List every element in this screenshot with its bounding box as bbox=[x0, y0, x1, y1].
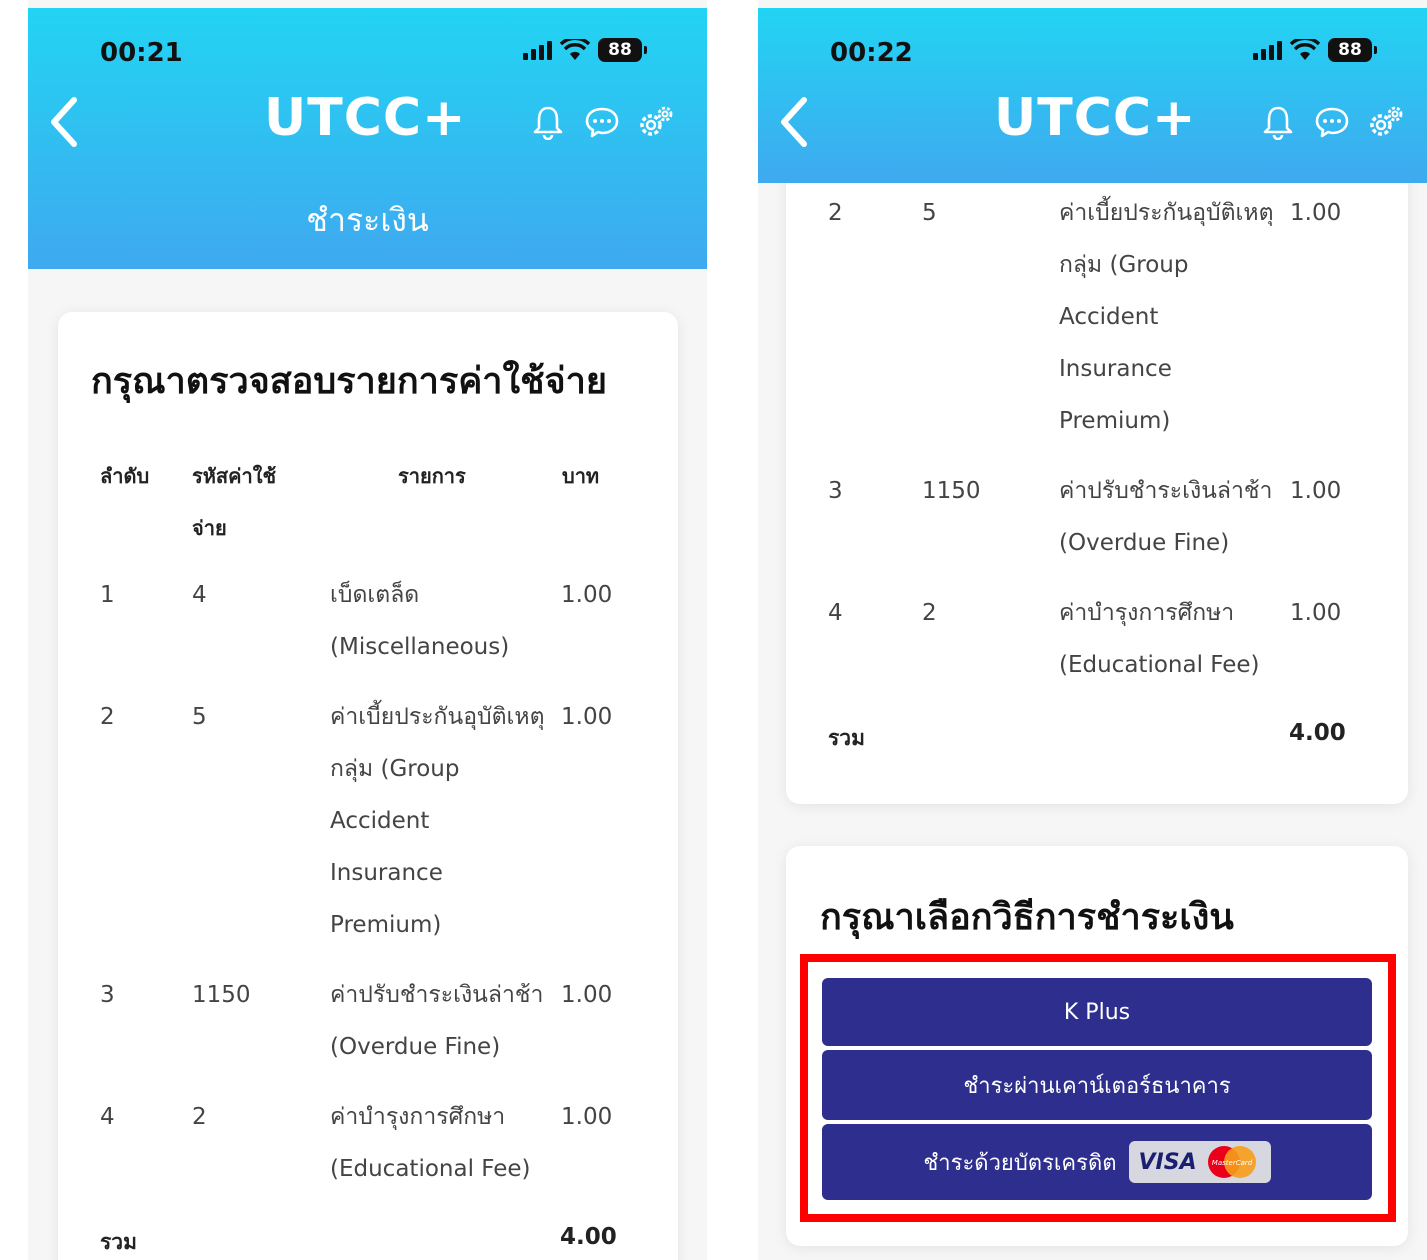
row-item-line: กลุ่ม (Group bbox=[1059, 252, 1189, 278]
row-item-line: ค่าบำรุงการศึกษา bbox=[1059, 600, 1235, 626]
row-item-line: เบ็ดเตล็ด bbox=[330, 582, 420, 608]
cellular-signal-icon bbox=[523, 40, 552, 60]
row-item-line: Accident bbox=[330, 808, 430, 834]
phone-screen-right: 2 5 ค่าเบี้ยประกันอุบัติเหตุ กลุ่ม (Grou… bbox=[758, 0, 1427, 1260]
page-subtitle: ชำระเงิน bbox=[306, 201, 429, 239]
row-amount: 1.00 bbox=[561, 982, 613, 1008]
row-item-line: กลุ่ม (Group bbox=[330, 756, 460, 782]
app-header: 00:21 88 UTCC+ ชำระเงิน bbox=[28, 8, 707, 269]
row-item-line: (Overdue Fine) bbox=[330, 1034, 501, 1060]
row-item-line: (Miscellaneous) bbox=[330, 634, 510, 660]
app-title: UTCC+ bbox=[994, 88, 1197, 148]
row-code: 1150 bbox=[922, 478, 981, 504]
row-number: 3 bbox=[100, 982, 115, 1008]
row-item-line: ค่าเบี้ยประกันอุบัติเหตุ bbox=[1059, 200, 1274, 226]
expense-review-card: 2 5 ค่าเบี้ยประกันอุบัติเหตุ กลุ่ม (Grou… bbox=[786, 130, 1408, 804]
status-time: 00:22 bbox=[830, 38, 913, 68]
payment-method-card: กรุณาเลือกวิธีการชำระเงิน K Plus ชำระผ่า… bbox=[786, 846, 1408, 1246]
back-arrow-icon[interactable] bbox=[44, 92, 84, 152]
row-amount: 1.00 bbox=[1290, 478, 1342, 504]
row-item-line: ค่าเบี้ยประกันอุบัติเหตุ bbox=[330, 704, 545, 730]
status-icons: 88 bbox=[523, 38, 647, 62]
row-number: 2 bbox=[828, 200, 843, 226]
column-header-item: รายการ bbox=[398, 464, 466, 488]
cellular-signal-icon bbox=[1253, 40, 1282, 60]
wifi-icon bbox=[560, 39, 590, 60]
status-time: 00:21 bbox=[100, 38, 183, 68]
row-item-line: ค่าปรับชำระเงินล่าช้า bbox=[1059, 478, 1273, 504]
settings-gears-icon[interactable] bbox=[638, 104, 674, 140]
row-amount: 1.00 bbox=[1290, 600, 1342, 626]
chat-icon[interactable] bbox=[584, 104, 620, 140]
row-number: 4 bbox=[828, 600, 843, 626]
back-arrow-icon[interactable] bbox=[774, 92, 814, 152]
column-header-code: รหัสค่าใช้ bbox=[192, 464, 277, 488]
bank-counter-payment-button[interactable]: ชำระผ่านเคาน์เตอร์ธนาคาร bbox=[822, 1050, 1372, 1120]
phone-screen-left: 00:21 88 UTCC+ ชำระเงิน กรุณาตรวจสอบรายก… bbox=[28, 0, 707, 1260]
row-code: 5 bbox=[192, 704, 207, 730]
row-amount: 1.00 bbox=[561, 704, 613, 730]
row-code: 5 bbox=[922, 200, 937, 226]
row-number: 1 bbox=[100, 582, 115, 608]
row-code: 4 bbox=[192, 582, 207, 608]
row-code: 2 bbox=[922, 600, 937, 626]
battery-icon: 88 bbox=[598, 38, 647, 62]
mastercard-logo: MasterCard bbox=[1207, 1146, 1256, 1178]
total-label: รวม bbox=[100, 1230, 137, 1254]
bell-icon[interactable] bbox=[1260, 104, 1296, 140]
row-item-line: ค่าปรับชำระเงินล่าช้า bbox=[330, 982, 544, 1008]
payment-method-title: กรุณาเลือกวิธีการชำระเงิน bbox=[820, 897, 1234, 938]
row-code: 1150 bbox=[192, 982, 251, 1008]
row-number: 4 bbox=[100, 1104, 115, 1130]
header-actions bbox=[1260, 104, 1404, 140]
row-number: 3 bbox=[828, 478, 843, 504]
total-label: รวม bbox=[828, 726, 865, 750]
credit-card-payment-label: ชำระด้วยบัตรเครดิต bbox=[923, 1150, 1117, 1176]
row-item-line: Insurance bbox=[330, 860, 443, 886]
row-amount: 1.00 bbox=[561, 582, 613, 608]
row-item-line: Insurance bbox=[1059, 356, 1172, 382]
row-item-line: Accident bbox=[1059, 304, 1159, 330]
bank-counter-payment-label: ชำระผ่านเคาน์เตอร์ธนาคาร bbox=[963, 1073, 1231, 1099]
total-amount: 4.00 bbox=[560, 1224, 617, 1250]
settings-gears-icon[interactable] bbox=[1368, 104, 1404, 140]
svg-text:MasterCard: MasterCard bbox=[1211, 1159, 1252, 1167]
app-title: UTCC+ bbox=[264, 88, 467, 148]
row-number: 2 bbox=[100, 704, 115, 730]
row-item-line: ค่าบำรุงการศึกษา bbox=[330, 1104, 506, 1130]
expense-review-card: กรุณาตรวจสอบรายการค่าใช้จ่าย ลำดับ รหัสค… bbox=[58, 312, 678, 1260]
bell-icon[interactable] bbox=[530, 104, 566, 140]
battery-icon: 88 bbox=[1328, 38, 1377, 62]
credit-card-payment-button[interactable]: ชำระด้วยบัตรเครดิต VISA MasterCard bbox=[822, 1124, 1372, 1200]
chat-icon[interactable] bbox=[1314, 104, 1350, 140]
row-amount: 1.00 bbox=[1290, 200, 1342, 226]
card-brand-logos: VISA MasterCard bbox=[1128, 1141, 1271, 1183]
column-header-code-line2: จ่าย bbox=[192, 516, 227, 540]
row-amount: 1.00 bbox=[561, 1104, 613, 1130]
wifi-icon bbox=[1290, 39, 1320, 60]
app-header: 00:22 88 UTCC+ bbox=[758, 8, 1427, 183]
kplus-payment-button[interactable]: K Plus bbox=[822, 978, 1372, 1046]
column-header-amount: บาท bbox=[562, 464, 600, 488]
header-actions bbox=[530, 104, 674, 140]
row-item-line: (Educational Fee) bbox=[330, 1156, 531, 1182]
row-item-line: (Educational Fee) bbox=[1059, 652, 1260, 678]
status-icons: 88 bbox=[1253, 38, 1377, 62]
card-title: กรุณาตรวจสอบรายการค่าใช้จ่าย bbox=[91, 361, 607, 402]
row-item-line: Premium) bbox=[1059, 408, 1171, 434]
total-amount: 4.00 bbox=[1289, 720, 1346, 746]
column-header-no: ลำดับ bbox=[100, 464, 150, 488]
row-code: 2 bbox=[192, 1104, 207, 1130]
visa-logo: VISA bbox=[1138, 1149, 1197, 1175]
row-item-line: (Overdue Fine) bbox=[1059, 530, 1230, 556]
kplus-payment-label: K Plus bbox=[1063, 999, 1131, 1025]
row-item-line: Premium) bbox=[330, 912, 442, 938]
